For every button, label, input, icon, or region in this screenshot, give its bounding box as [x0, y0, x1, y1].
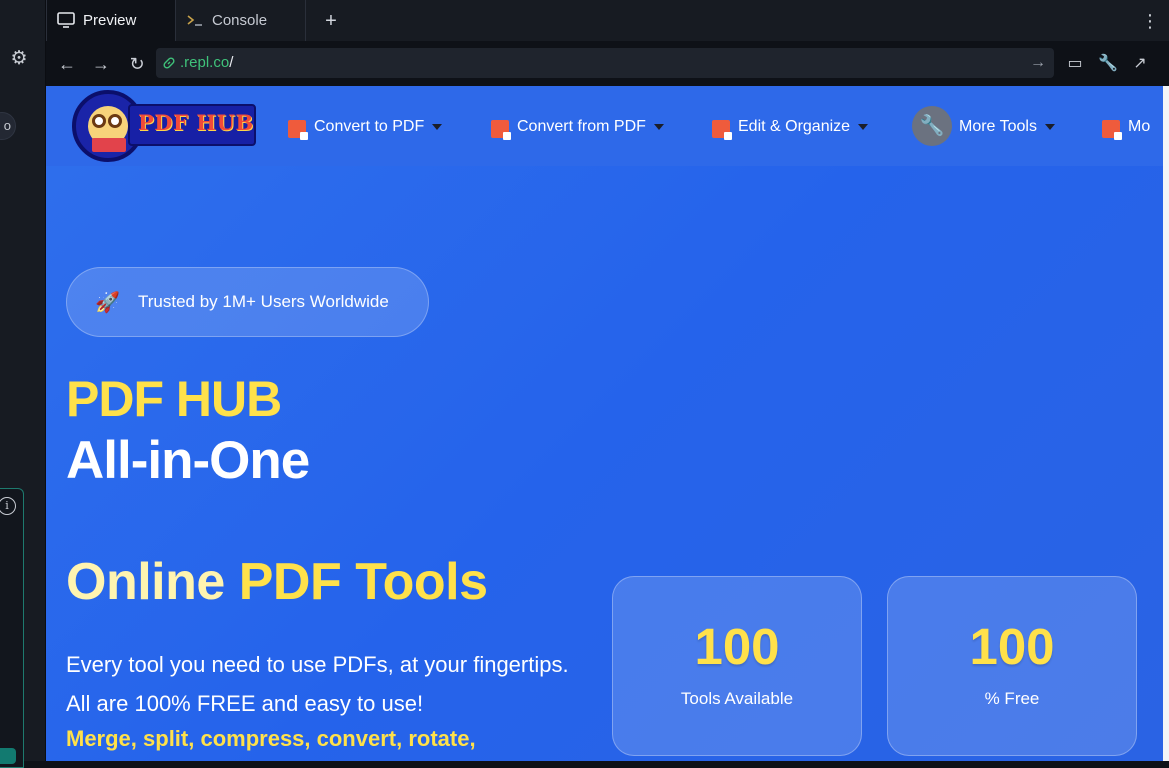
side-panel [0, 488, 24, 768]
url-host: .repl.co [180, 54, 230, 71]
nav-label: Convert from PDF [517, 118, 646, 135]
tab-preview[interactable]: Preview [46, 0, 176, 41]
caret-down-icon [653, 123, 664, 130]
tab-console-label: Console [212, 12, 268, 29]
scrollbar-track[interactable] [1163, 86, 1169, 761]
pdf-edit-icon [712, 120, 732, 140]
reload-icon[interactable]: ↻ [125, 52, 149, 76]
back-arrow-icon[interactable]: ← [55, 52, 79, 76]
site-logo[interactable]: PDF HUB [72, 90, 257, 162]
hero-title-word-online: Online [66, 553, 225, 611]
stat-label: Tools Available [680, 689, 794, 708]
stat-label: % Free [984, 689, 1040, 708]
stat-card-free: 100 % Free [887, 576, 1137, 756]
hero-title-line1: PDF HUB [66, 371, 282, 427]
trust-text: Trusted by 1M+ Users Worldwide [138, 292, 389, 311]
terminal-icon [187, 15, 202, 26]
link-icon [163, 57, 175, 69]
open-external-icon[interactable]: ↗ [1128, 52, 1152, 76]
teal-action-button[interactable] [0, 748, 16, 764]
site-navbar: PDF HUB Convert to PDF Convert from PDF … [46, 86, 1163, 166]
hero-title-line3: Online PDF Tools [66, 552, 488, 612]
sidebar-pill-button[interactable]: o [0, 112, 16, 140]
monitor-icon [57, 12, 75, 28]
pdf-convert-icon [491, 120, 511, 140]
gear-icon[interactable]: ⚙ [8, 48, 30, 70]
trust-badge: 🚀 Trusted by 1M+ Users Worldwide [66, 267, 429, 337]
tab-preview-label: Preview [83, 12, 137, 29]
devices-icon[interactable]: ▭ [1063, 52, 1087, 76]
pdf-convert-icon [1102, 120, 1122, 140]
pdf-convert-icon [288, 120, 308, 140]
workspace-sidebar: ⚙ o i [0, 0, 46, 768]
nav-label: Convert to PDF [314, 118, 425, 135]
webpage-viewport: PDF HUB Convert to PDF Convert from PDF … [46, 86, 1169, 761]
url-text: .repl.co/ [180, 48, 233, 78]
hero-title-line2: All-in-One [66, 431, 310, 490]
add-tab-button[interactable]: + [318, 8, 344, 34]
nav-convert-to-pdf[interactable]: Convert to PDF [288, 116, 443, 140]
stat-card-tools: 100 Tools Available [612, 576, 862, 756]
tab-console[interactable]: Console [176, 0, 306, 41]
stat-number: 100 [969, 618, 1055, 675]
nav-label: Mo [1128, 118, 1151, 135]
caret-down-icon [858, 123, 869, 130]
url-path: / [229, 54, 234, 71]
forward-arrow-icon[interactable]: → [89, 52, 113, 76]
address-row: ← → ↻ .repl.co/ → ▭ 🔧 ↗ [46, 41, 1169, 86]
hero-description: Every tool you need to use PDFs, at your… [66, 652, 569, 716]
wrench-tool-icon[interactable]: 🔧 [1096, 52, 1120, 76]
tab-bar: Preview Console + ⋮ [46, 0, 1169, 41]
url-input[interactable]: .repl.co/ → [156, 48, 1054, 78]
hero-title-word-pdf-tools: PDF Tools [238, 553, 488, 611]
nav-convert-from-pdf[interactable]: Convert from PDF [491, 116, 664, 140]
nav-label: Edit & Organize [738, 118, 851, 135]
caret-down-icon [1044, 123, 1055, 130]
nav-more-tools[interactable]: More Tools [933, 116, 1055, 140]
stat-number: 100 [694, 618, 780, 675]
go-arrow-icon[interactable]: → [1030, 52, 1046, 74]
nav-edit-organize[interactable]: Edit & Organize [712, 116, 869, 140]
nav-more-truncated[interactable]: Mo [1102, 116, 1150, 140]
logo-text: PDF HUB [138, 110, 254, 135]
nav-label: More Tools [959, 118, 1037, 135]
hero-description-highlight: Merge, split, compress, convert, rotate, [66, 726, 476, 751]
more-options-icon[interactable]: ⋮ [1141, 10, 1159, 32]
rocket-icon: 🚀 [95, 292, 120, 314]
caret-down-icon [432, 123, 443, 130]
